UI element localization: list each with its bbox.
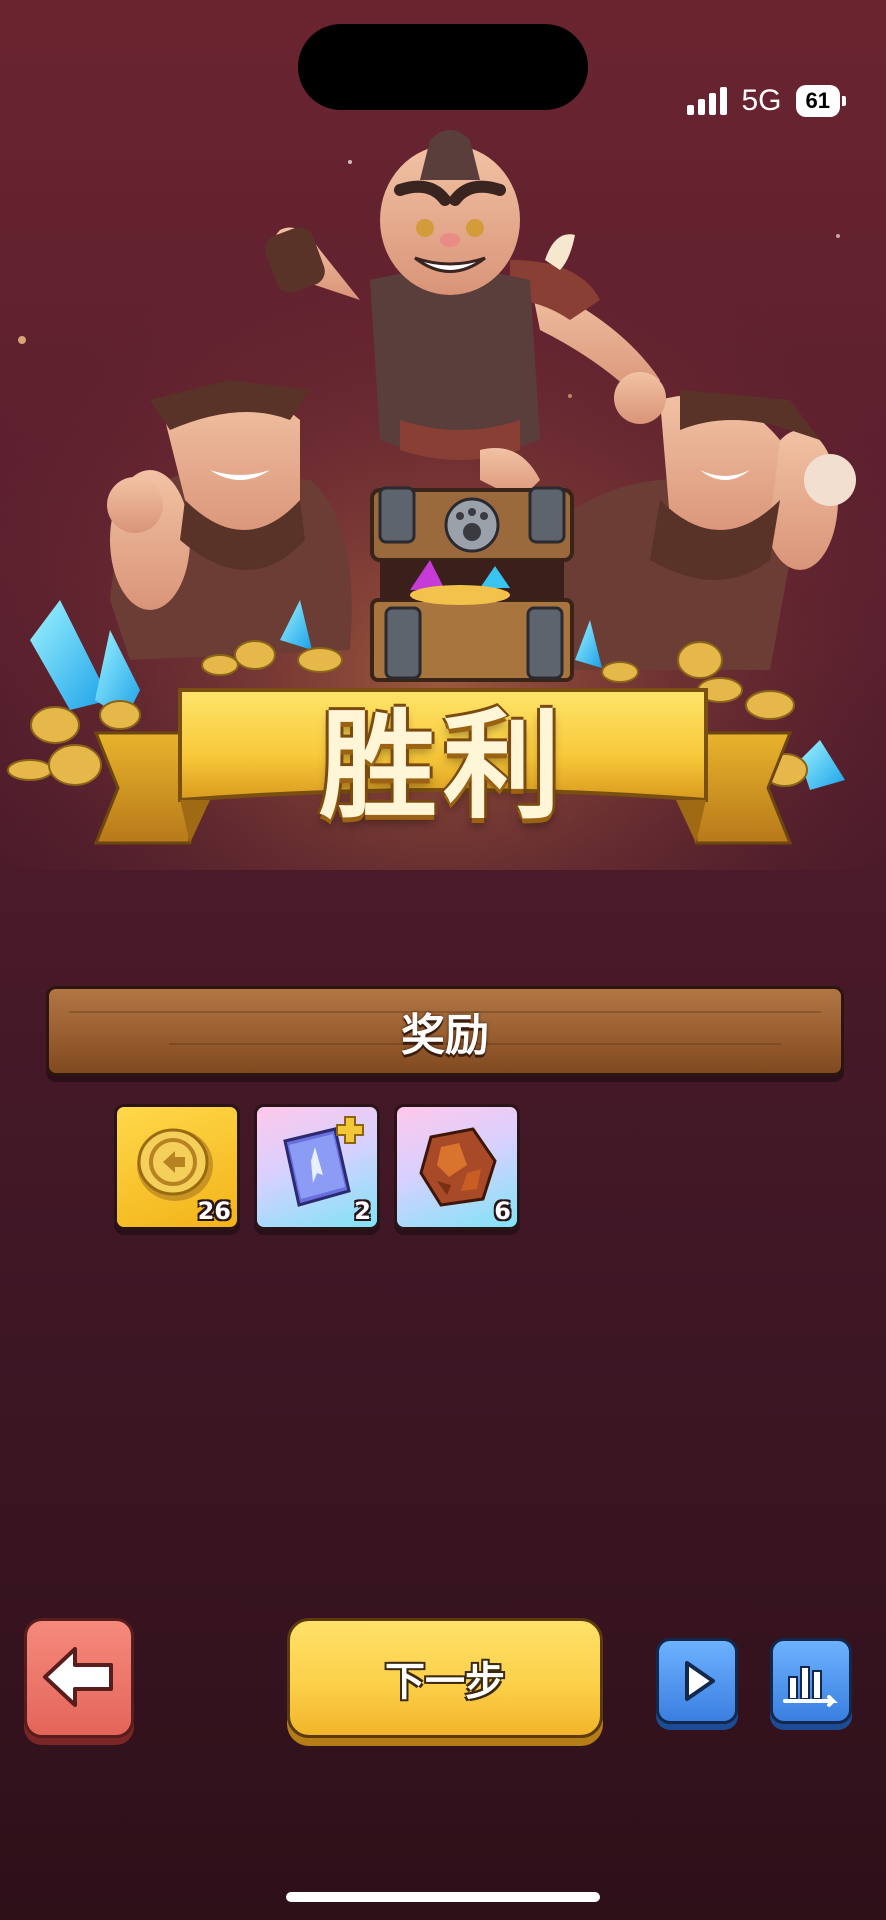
victory-title: 胜利	[318, 697, 567, 835]
next-step-button[interactable]: 下一步	[287, 1618, 603, 1738]
reward-count: 6	[494, 1197, 511, 1225]
rewards-header-label: 奖励	[401, 1010, 489, 1061]
next-step-label: 下一步	[385, 1659, 505, 1705]
back-button[interactable]	[24, 1618, 134, 1738]
reward-ore-stone[interactable]: 6	[394, 1104, 520, 1230]
play-button[interactable]	[656, 1638, 738, 1724]
treasure-chest-icon	[370, 486, 574, 682]
bar-chart-icon	[783, 1666, 838, 1707]
stats-button[interactable]	[770, 1638, 852, 1724]
reward-count: 26	[197, 1197, 231, 1225]
dynamic-island	[298, 24, 588, 110]
home-indicator[interactable]	[286, 1892, 600, 1902]
play-icon	[685, 1661, 715, 1701]
reward-rune-book[interactable]: 2	[254, 1104, 380, 1230]
rewards-list: 26 2 6	[114, 1104, 520, 1230]
reward-gold-coin[interactable]: 26	[114, 1104, 240, 1230]
reward-count: 2	[354, 1197, 371, 1225]
arrow-left-icon	[43, 1647, 113, 1707]
rewards-header-plank: 奖励	[46, 986, 844, 1076]
